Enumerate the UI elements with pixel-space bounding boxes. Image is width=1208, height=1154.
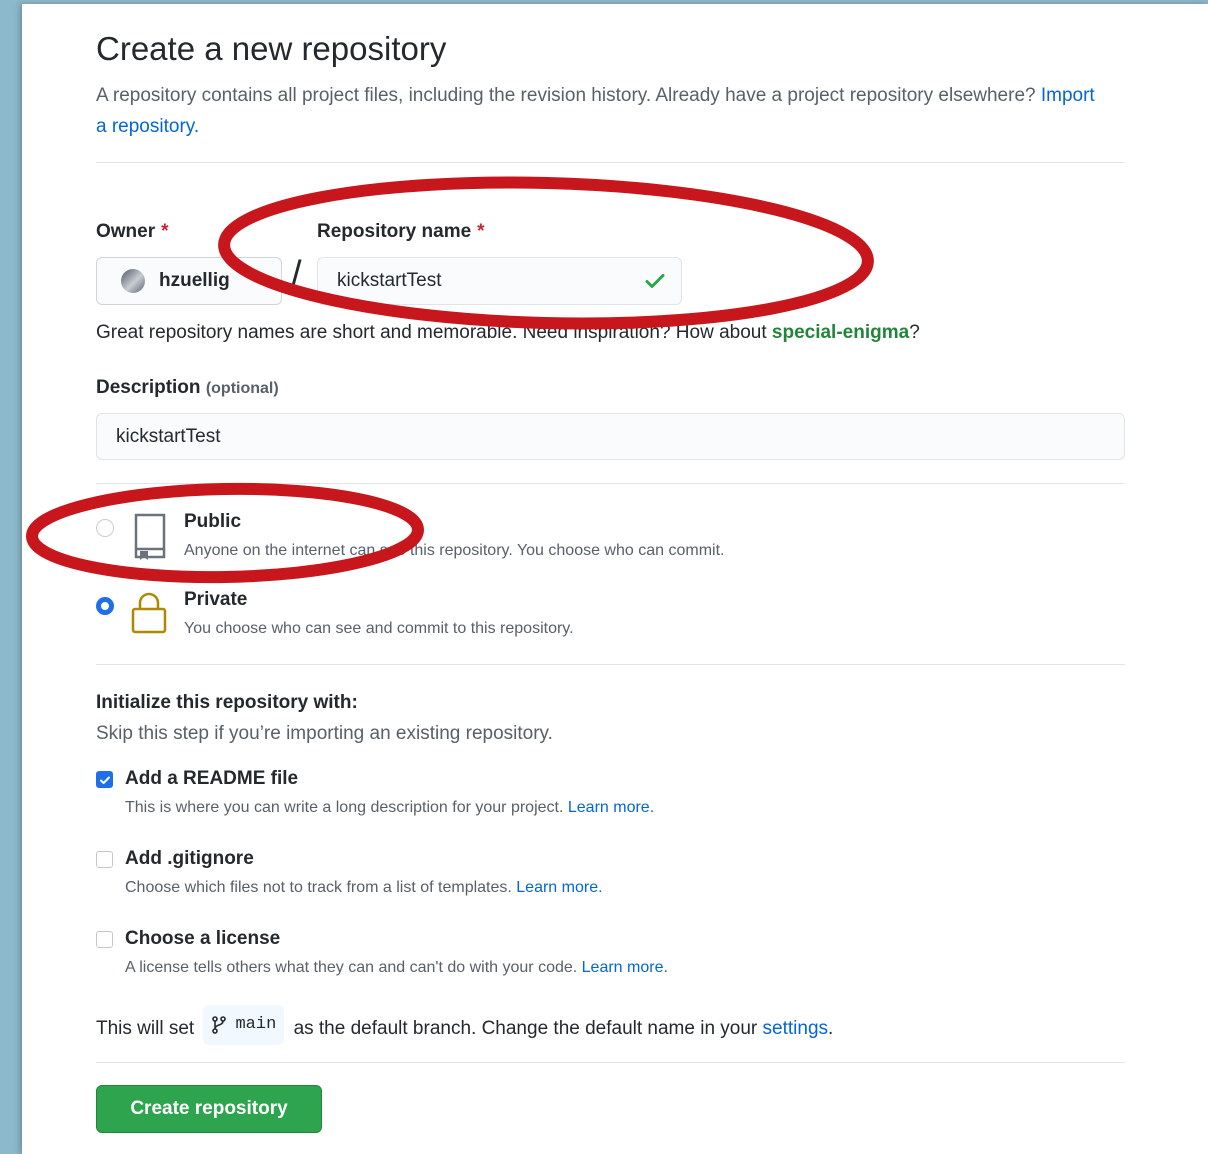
license-option-title: Choose a license [125,928,281,949]
lock-icon [130,591,168,640]
readme-option-desc: This is where you can write a long descr… [125,799,655,816]
repo-name-hint: Great repository names are short and mem… [96,322,920,343]
owner-label: Owner * [96,221,169,242]
owner-dropdown[interactable]: hzuellig [96,257,282,305]
repo-name-value: kickstartTest [337,270,442,291]
divider [96,483,1125,484]
divider [96,162,1125,163]
private-option-desc: You choose who can see and commit to thi… [184,620,574,637]
gitignore-option-desc: Choose which files not to track from a l… [125,879,603,896]
owner-repo-separator: / [291,254,302,296]
public-option-title: Public [184,511,242,532]
create-repository-button[interactable]: Create repository [96,1085,322,1133]
init-subheading: Skip this step if you’re importing an ex… [96,723,553,744]
check-icon [643,269,667,299]
private-option-title: Private [184,589,248,610]
divider [96,664,1125,665]
avatar [121,269,145,293]
divider [96,1062,1125,1063]
repo-name-input[interactable]: kickstartTest [317,257,682,305]
readme-checkbox[interactable] [96,771,113,788]
optional-tag: (optional) [205,380,279,397]
git-branch-icon [212,1016,227,1034]
license-learn-more-link[interactable]: Learn more. [582,959,668,976]
settings-link[interactable]: settings [763,1018,828,1039]
license-checkbox[interactable] [96,931,113,948]
repo-icon [130,513,168,566]
page-lead: A repository contains all project files,… [96,80,1106,142]
license-option-desc: A license tells others what they can and… [125,959,668,976]
repo-name-label: Repository name * [317,221,485,242]
readme-option-title: Add a README file [125,768,299,789]
lead-text: A repository contains all project files,… [96,85,1036,106]
description-label: Description (optional) [96,377,279,398]
description-value: kickstartTest [116,425,221,447]
name-suggestion-link[interactable]: special-enigma [772,322,909,343]
gitignore-learn-more-link[interactable]: Learn more. [516,879,602,896]
branch-badge: main [203,1005,285,1045]
gitignore-checkbox[interactable] [96,851,113,868]
description-input[interactable]: kickstartTest [96,413,1125,460]
page-title: Create a new repository [96,30,447,67]
owner-value: hzuellig [159,270,230,291]
default-branch-note: This will set main as the default branch… [96,1005,833,1046]
page-panel [22,4,1208,1154]
private-radio[interactable] [96,597,114,615]
gitignore-option-title: Add .gitignore [125,848,254,869]
public-radio[interactable] [96,519,114,537]
readme-learn-more-link[interactable]: Learn more. [568,799,654,816]
public-option-desc: Anyone on the internet can see this repo… [184,542,725,559]
init-heading: Initialize this repository with: [96,692,358,713]
